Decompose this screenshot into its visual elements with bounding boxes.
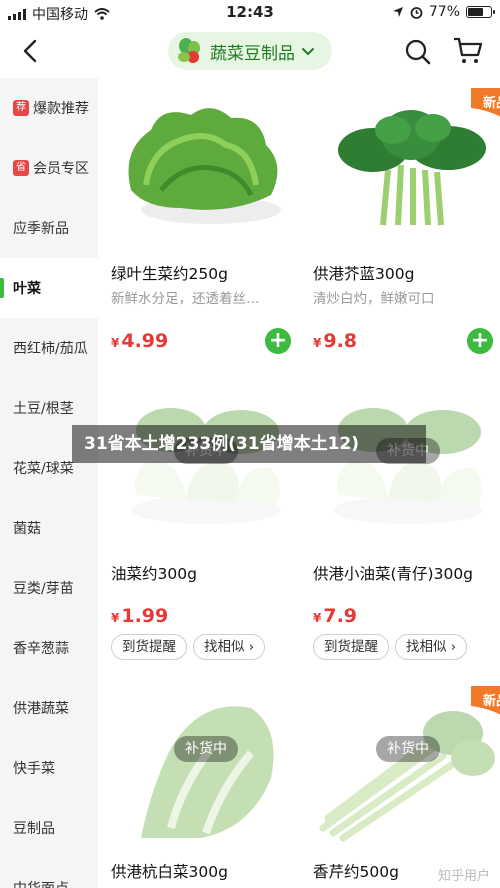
price-value: 9.8 [323, 330, 358, 352]
sidebar-item-member[interactable]: 省会员专区 [0, 138, 98, 198]
sidebar-item-label: 菌菇 [13, 521, 41, 537]
alarm-icon [410, 6, 423, 19]
sidebar-item-pastry[interactable]: 中华面点 [0, 858, 98, 888]
save-tag-icon: 省 [13, 160, 29, 176]
out-of-stock-mask [111, 390, 301, 550]
out-of-stock-mask [313, 390, 500, 550]
add-to-cart-button[interactable]: + [467, 328, 493, 354]
sidebar-item-beans[interactable]: 豆类/芽苗 [0, 558, 98, 618]
product-price: ¥4.99 [111, 330, 168, 352]
battery-icon [466, 6, 495, 18]
find-similar-button[interactable]: 找相似 › [193, 634, 266, 660]
sidebar-item-seasonal[interactable]: 应季新品 [0, 198, 98, 258]
category-label: 蔬菜豆制品 [210, 43, 295, 64]
out-of-stock-badge: 补货中 [376, 736, 440, 762]
product-desc: 清炒白灼，鲜嫩可口 [313, 291, 435, 307]
sidebar-item-mushroom[interactable]: 菌菇 [0, 498, 98, 558]
vegetable-basket-icon [178, 38, 200, 63]
status-bar: 中国移动 12:43 77% [0, 0, 500, 26]
news-overlay-banner: 31省本土增233例(31省增本土12) [72, 425, 426, 463]
sidebar-item-hk-supply[interactable]: 供港蔬菜 [0, 678, 98, 738]
product-price: ¥9.8 [313, 330, 357, 352]
price-value: 7.9 [323, 605, 358, 627]
sidebar-item-label: 豆类/芽苗 [13, 581, 74, 597]
sidebar-item-label: 花菜/球菜 [13, 461, 74, 477]
chevron-down-icon [302, 48, 314, 56]
product-price: ¥7.9 [313, 605, 357, 627]
product-price: ¥1.99 [111, 605, 168, 627]
zhihu-watermark: 知乎用户 [437, 869, 490, 884]
sidebar-item-label: 供港蔬菜 [13, 701, 69, 717]
add-to-cart-button[interactable]: + [265, 328, 291, 354]
arrival-reminder-button[interactable]: 到货提醒 [313, 634, 389, 660]
sidebar-item-tofu[interactable]: 豆制品 [0, 798, 98, 858]
product-image-bokchoy[interactable]: 补货中 [111, 390, 301, 550]
sidebar-item-label: 中华面点 [13, 878, 69, 888]
currency-symbol: ¥ [313, 336, 322, 350]
product-desc: 新鲜水分足，还透着丝… [111, 291, 260, 307]
sidebar-item-label: 应季新品 [13, 221, 69, 237]
sidebar-item-label: 会员专区 [33, 161, 89, 177]
category-sidebar: 荐爆款推荐 省会员专区 应季新品 叶菜 西红柿/茄瓜 土豆/根茎 花菜/球菜 菌… [0, 78, 98, 888]
out-of-stock-mask [111, 688, 301, 848]
sidebar-item-tomato[interactable]: 西红柿/茄瓜 [0, 318, 98, 378]
sidebar-item-aromatics[interactable]: 香辛葱蒜 [0, 618, 98, 678]
sidebar-item-label: 土豆/根茎 [13, 401, 74, 417]
sidebar-item-label: 豆制品 [13, 821, 55, 837]
new-badge-label: 新品 [482, 694, 500, 709]
out-of-stock-badge: 补货中 [174, 736, 238, 762]
sidebar-item-label: 快手菜 [13, 761, 55, 777]
currency-symbol: ¥ [111, 336, 120, 350]
battery-percent: 77% [428, 4, 460, 20]
price-value: 1.99 [121, 605, 169, 627]
product-name: 供港小油菜(青仔)300g [313, 565, 474, 583]
sidebar-item-label: 西红柿/茄瓜 [13, 341, 88, 357]
currency-symbol: ¥ [313, 611, 322, 625]
category-selector[interactable]: 蔬菜豆制品 [168, 32, 332, 70]
product-image-pakchoi[interactable]: 补货中 [111, 688, 301, 848]
find-similar-button[interactable]: 找相似 › [395, 634, 468, 660]
sidebar-item-label: 叶菜 [13, 281, 41, 297]
sidebar-item-label: 爆款推荐 [33, 101, 89, 117]
new-badge-label: 新品 [482, 96, 500, 111]
nav-bar: 蔬菜豆制品 [0, 26, 500, 78]
sidebar-item-quick[interactable]: 快手菜 [0, 738, 98, 798]
location-arrow-icon [392, 7, 403, 17]
arrival-reminder-button[interactable]: 到货提醒 [111, 634, 187, 660]
search-icon[interactable] [404, 38, 432, 66]
product-name: 油菜约300g [111, 565, 197, 583]
product-name: 绿叶生菜约250g [111, 265, 228, 283]
product-image-baby-bokchoy[interactable]: 补货中 [313, 390, 500, 550]
cart-icon[interactable] [452, 36, 484, 66]
price-value: 4.99 [121, 330, 169, 352]
product-name: 供港芥蓝300g [313, 265, 415, 283]
product-name: 供港杭白菜300g [111, 863, 228, 881]
currency-symbol: ¥ [111, 611, 120, 625]
sidebar-item-hot[interactable]: 荐爆款推荐 [0, 78, 98, 138]
sidebar-item-label: 香辛葱蒜 [13, 641, 69, 657]
hot-tag-icon: 荐 [13, 100, 29, 116]
product-image-lettuce[interactable] [111, 90, 301, 250]
back-icon[interactable] [18, 38, 44, 64]
sidebar-item-leafy[interactable]: 叶菜 [0, 258, 98, 318]
